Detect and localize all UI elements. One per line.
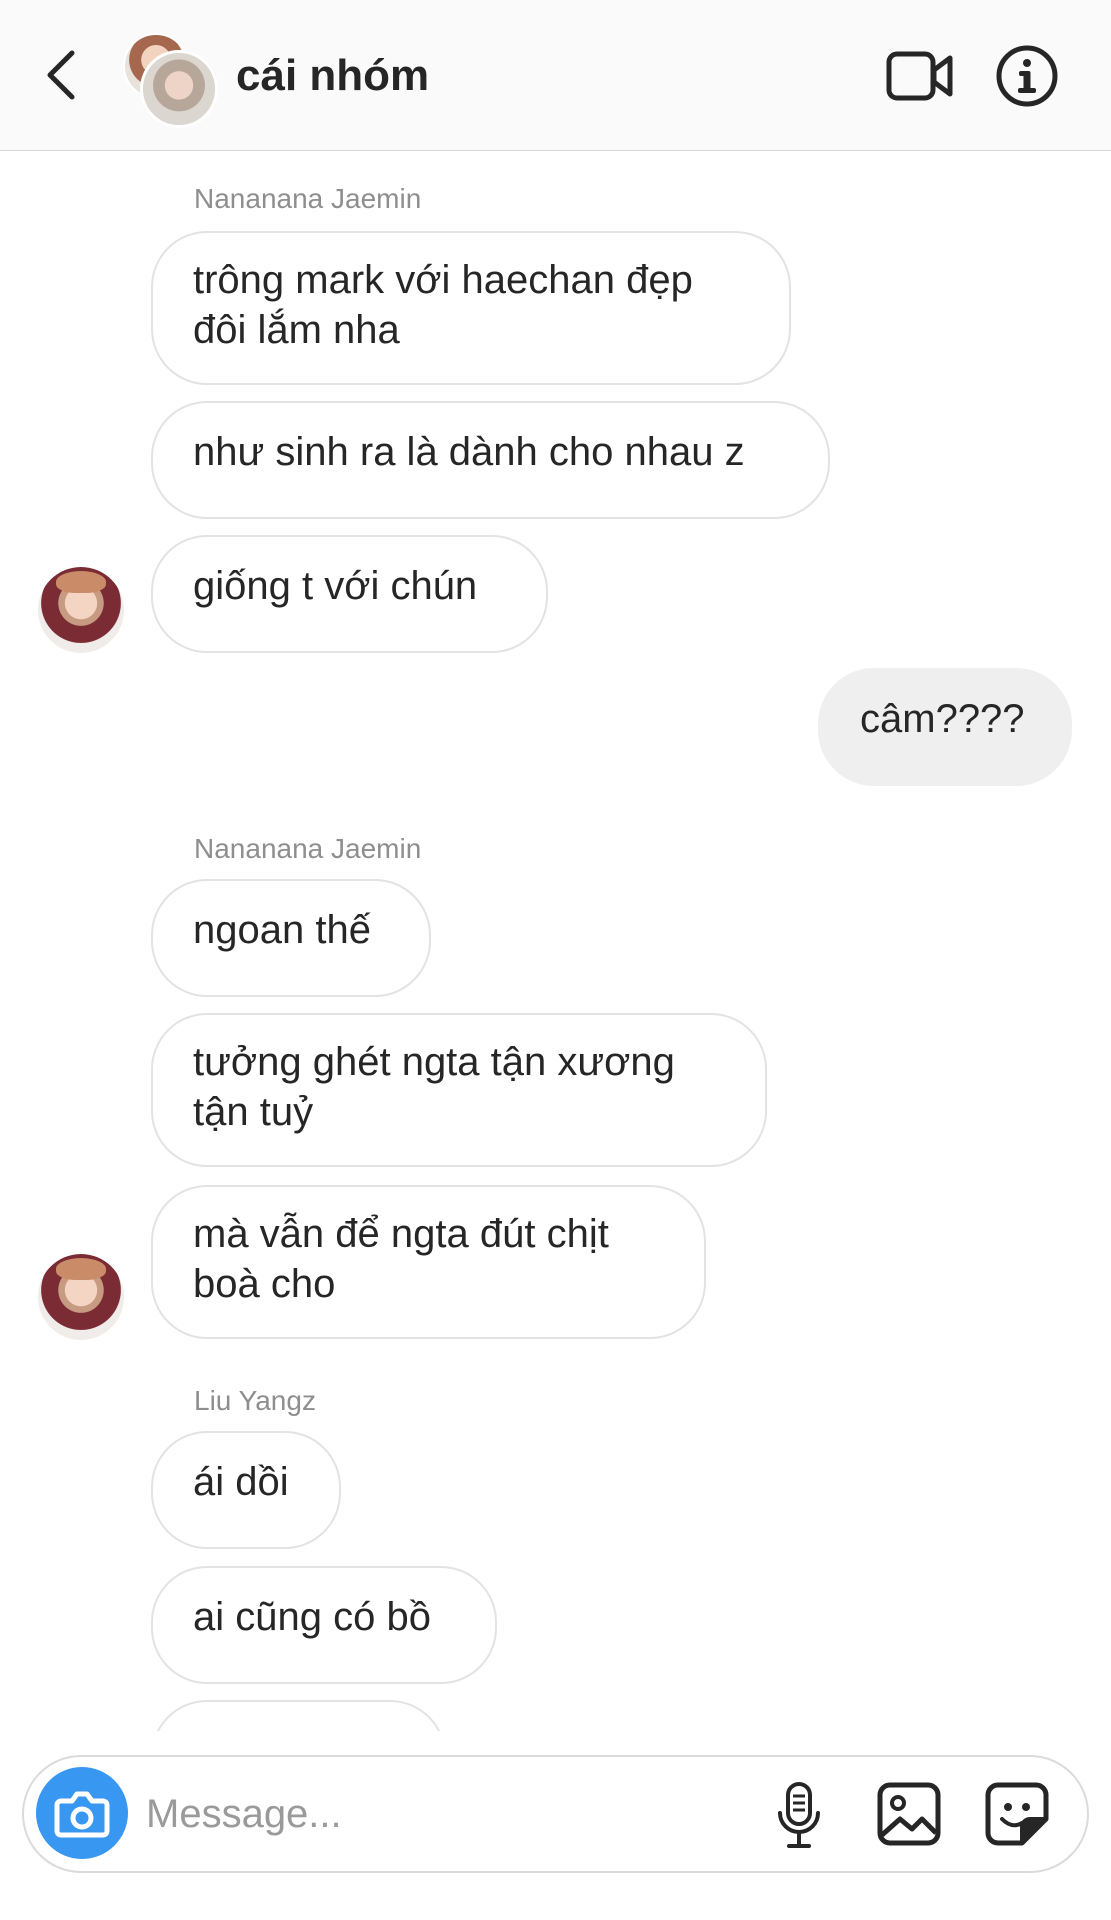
chevron-left-icon (47, 50, 75, 100)
message-bubble[interactable]: ai cũng có bồ (151, 1566, 497, 1684)
message-bubble[interactable]: mà vẫn để ngta đút chịt boà cho (151, 1185, 706, 1339)
sender-avatar[interactable] (38, 1254, 124, 1340)
message-bubble[interactable]: trông mark với haechan đẹp đôi lắm nha (151, 231, 791, 385)
message-bubble[interactable]: tưởng ghét ngta tận xương tận tuỷ (151, 1013, 767, 1167)
microphone-icon (778, 1782, 820, 1848)
sender-name: Liu Yangz (194, 1385, 316, 1416)
sticker-icon (985, 1782, 1049, 1846)
message-composer (22, 1755, 1089, 1873)
video-camera-icon (886, 51, 953, 101)
group-avatar[interactable] (120, 30, 218, 128)
sender-name: Nananana Jaemin (194, 833, 422, 864)
gallery-button[interactable] (876, 1781, 942, 1847)
camera-button[interactable] (36, 1767, 128, 1859)
message-bubble[interactable]: giống t với chún (151, 535, 548, 653)
message-bubble[interactable]: ái dồi (151, 1431, 341, 1549)
info-icon (996, 45, 1058, 107)
camera-icon (54, 1791, 110, 1838)
member-avatar (140, 50, 218, 128)
own-message-bubble[interactable]: câm???? (818, 668, 1072, 786)
back-button[interactable] (38, 45, 88, 105)
sender-name: Nananana Jaemin (194, 183, 422, 214)
message-input[interactable] (146, 1786, 646, 1842)
info-button[interactable] (995, 44, 1059, 108)
gallery-icon (877, 1782, 941, 1846)
sticker-button[interactable] (984, 1781, 1050, 1847)
video-call-button[interactable] (886, 50, 954, 102)
chat-title[interactable]: cái nhóm (236, 48, 429, 104)
message-bubble[interactable]: như sinh ra là dành cho nhau z (151, 401, 830, 519)
message-bubble[interactable]: ngoan thế (151, 879, 431, 997)
chat-header: cái nhóm (0, 0, 1111, 151)
microphone-button[interactable] (776, 1781, 822, 1851)
sender-avatar[interactable] (38, 567, 124, 653)
